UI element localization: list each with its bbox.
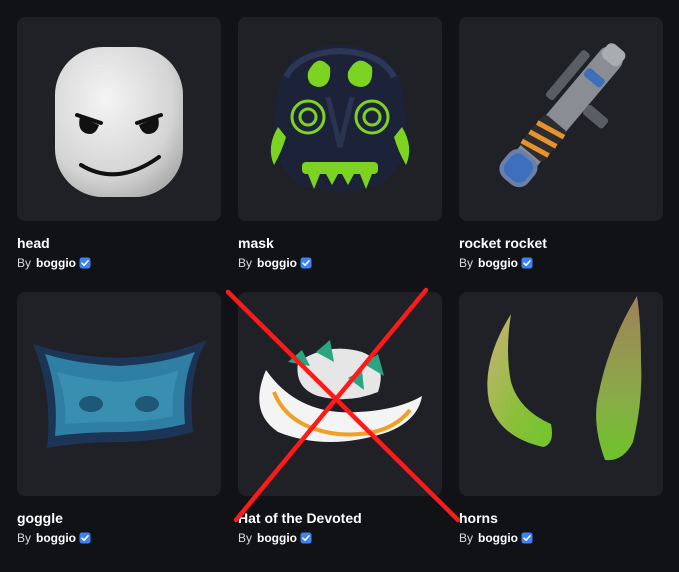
item-thumbnail[interactable]: [459, 292, 663, 496]
creator-line: By boggio: [17, 530, 221, 546]
creator-line: By boggio: [238, 255, 442, 271]
horns-thumbnail-icon: [487, 296, 642, 461]
item-thumbnail[interactable]: [459, 17, 663, 221]
item-name[interactable]: rocket rocket: [459, 234, 663, 252]
item-thumbnail[interactable]: [238, 292, 442, 496]
item-card-hat-of-the-devoted[interactable]: Hat of the Devoted By boggio: [238, 292, 442, 567]
verified-badge-icon: [300, 532, 312, 544]
rocket-launcher-thumbnail-icon: [499, 43, 626, 188]
item-name[interactable]: goggle: [17, 509, 221, 527]
item-card-rocket-rocket[interactable]: rocket rocket By boggio: [459, 17, 663, 292]
by-label: By: [459, 256, 474, 270]
creator-name[interactable]: boggio: [478, 255, 518, 271]
creator-line: By boggio: [238, 530, 442, 546]
item-card-head[interactable]: head By boggio: [17, 17, 221, 292]
creator-line: By boggio: [459, 255, 663, 271]
item-thumbnail[interactable]: [17, 17, 221, 221]
by-label: By: [459, 531, 474, 545]
item-thumbnail[interactable]: [238, 17, 442, 221]
item-name[interactable]: horns: [459, 509, 663, 527]
item-card-mask[interactable]: mask By boggio: [238, 17, 442, 292]
verified-badge-icon: [521, 257, 533, 269]
head-thumbnail-icon: [55, 47, 183, 197]
item-card-goggle[interactable]: goggle By boggio: [17, 292, 221, 567]
creator-name[interactable]: boggio: [257, 255, 297, 271]
verified-badge-icon: [521, 532, 533, 544]
by-label: By: [17, 256, 32, 270]
catalog-page: head By boggio mask By boggio rocket roc…: [0, 0, 679, 572]
creator-name[interactable]: boggio: [36, 255, 76, 271]
creator-name[interactable]: boggio: [478, 530, 518, 546]
creator-line: By boggio: [459, 530, 663, 546]
item-thumbnail[interactable]: [17, 292, 221, 496]
verified-badge-icon: [300, 257, 312, 269]
verified-badge-icon: [79, 257, 91, 269]
creator-name[interactable]: boggio: [257, 530, 297, 546]
verified-badge-icon: [79, 532, 91, 544]
creator-name[interactable]: boggio: [36, 530, 76, 546]
goggle-thumbnail-icon: [33, 340, 207, 448]
hat-thumbnail-icon: [259, 340, 422, 442]
item-name[interactable]: Hat of the Devoted: [238, 509, 442, 527]
item-name[interactable]: head: [17, 234, 221, 252]
item-card-horns[interactable]: horns By boggio: [459, 292, 663, 567]
by-label: By: [238, 531, 253, 545]
item-grid: head By boggio mask By boggio rocket roc…: [17, 17, 663, 567]
creator-line: By boggio: [17, 255, 221, 271]
by-label: By: [17, 531, 32, 545]
by-label: By: [238, 256, 253, 270]
item-name[interactable]: mask: [238, 234, 442, 252]
mask-thumbnail-icon: [270, 45, 410, 193]
